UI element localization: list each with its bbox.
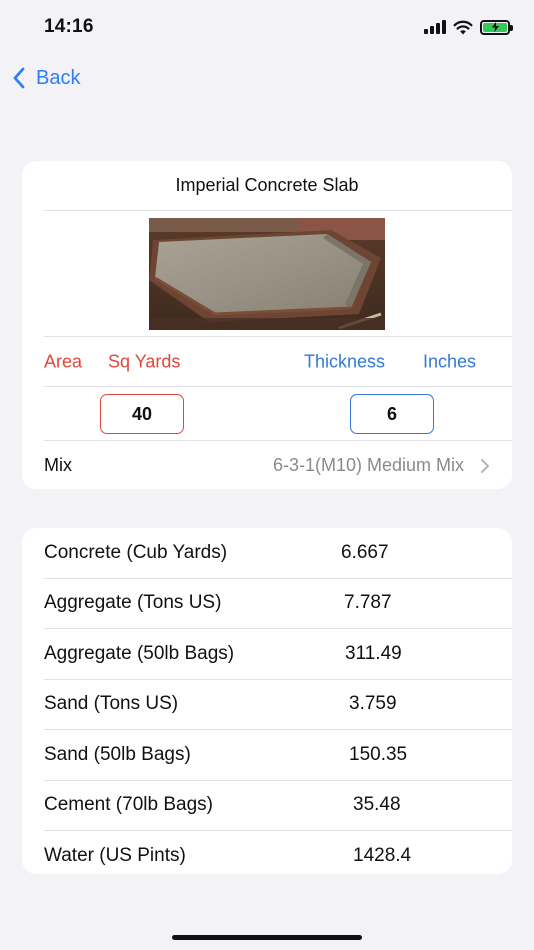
thickness-unit-selector[interactable]: Inches bbox=[423, 351, 476, 372]
result-row: Sand (50lb Bags) 150.35 bbox=[22, 730, 512, 780]
result-name: Sand (Tons US) bbox=[44, 693, 179, 715]
result-name: Concrete (Cub Yards) bbox=[44, 541, 228, 563]
result-value: 311.49 bbox=[345, 642, 402, 664]
battery-charging-icon bbox=[480, 19, 513, 35]
slab-input-card: Imperial Concrete Slab Area Sq Yards Thi… bbox=[22, 161, 512, 489]
mix-value: 6-3-1(M10) Medium Mix bbox=[272, 455, 464, 475]
result-value: 150.35 bbox=[349, 743, 408, 765]
result-value: 3.759 bbox=[349, 693, 397, 715]
mix-selector-row[interactable]: Mix 6-3-1(M10) Medium Mix bbox=[22, 441, 512, 489]
result-row: Aggregate (Tons US) 7.787 bbox=[22, 579, 512, 629]
back-label: Back bbox=[36, 66, 81, 89]
status-bar: 14:16 bbox=[0, 0, 534, 54]
area-unit-selector[interactable]: Sq Yards bbox=[108, 351, 180, 372]
result-row: Concrete (Cub Yards) 6.667 bbox=[22, 528, 512, 578]
result-row: Aggregate (50lb Bags) 311.49 bbox=[22, 629, 512, 679]
mix-label: Mix bbox=[44, 455, 72, 475]
result-row: Cement (70lb Bags) 35.48 bbox=[22, 781, 512, 831]
result-row: Water (US Pints) 1428.4 bbox=[22, 831, 512, 874]
result-value: 35.48 bbox=[353, 794, 401, 816]
concrete-slab-photo bbox=[149, 217, 385, 330]
signal-icon bbox=[424, 20, 446, 34]
back-button[interactable]: Back bbox=[12, 62, 80, 94]
results-card: Concrete (Cub Yards) 6.667 Aggregate (To… bbox=[22, 528, 512, 874]
home-indicator[interactable] bbox=[172, 935, 362, 940]
result-name: Aggregate (Tons US) bbox=[44, 592, 222, 614]
result-name: Water (US Pints) bbox=[44, 844, 186, 866]
result-value: 1428.4 bbox=[353, 844, 412, 866]
status-time: 14:16 bbox=[44, 16, 94, 37]
result-value: 7.787 bbox=[344, 592, 392, 614]
status-icons bbox=[424, 16, 513, 38]
input-labels-row: Area Sq Yards Thickness Inches bbox=[22, 337, 512, 386]
photo-row bbox=[22, 211, 512, 336]
result-name: Sand (50lb Bags) bbox=[44, 743, 191, 765]
result-row: Sand (Tons US) 3.759 bbox=[22, 680, 512, 730]
result-name: Aggregate (50lb Bags) bbox=[44, 642, 235, 664]
area-input[interactable]: 40 bbox=[100, 394, 184, 434]
thickness-label: Thickness bbox=[304, 351, 386, 371]
chevron-right-icon bbox=[481, 458, 489, 473]
wifi-icon bbox=[453, 20, 473, 34]
input-values-row: 40 6 bbox=[22, 387, 512, 440]
area-label: Area bbox=[44, 351, 83, 371]
result-value: 6.667 bbox=[341, 541, 389, 563]
result-name: Cement (70lb Bags) bbox=[44, 794, 213, 816]
calculator-title: Imperial Concrete Slab bbox=[175, 175, 359, 195]
chevron-left-icon bbox=[13, 67, 25, 89]
thickness-input[interactable]: 6 bbox=[350, 394, 434, 434]
